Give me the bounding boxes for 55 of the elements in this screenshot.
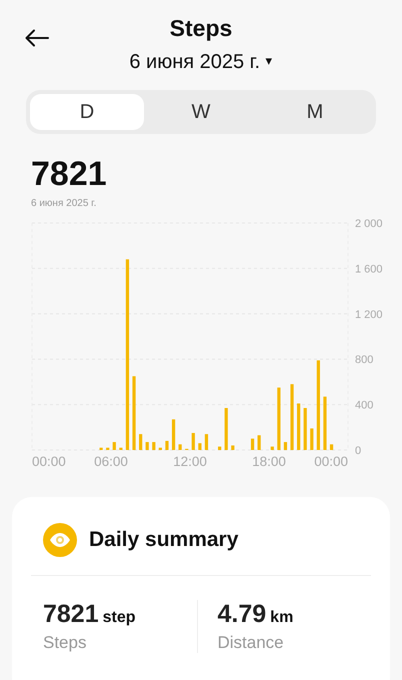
- chart-bar: [250, 438, 254, 450]
- chart-bar: [158, 448, 162, 450]
- back-icon[interactable]: [25, 29, 49, 47]
- card-title: Daily summary: [89, 528, 238, 552]
- chart-bar: [304, 408, 307, 450]
- chart-bar: [112, 442, 116, 450]
- chart-bar: [178, 444, 182, 450]
- chart-bar: [284, 442, 288, 450]
- stat-label: Distance: [218, 633, 285, 653]
- y-axis-label: 1 200: [355, 308, 383, 321]
- period-tab[interactable]: D: [30, 94, 144, 130]
- chart-bar: [198, 443, 202, 450]
- total-date: 6 июня 2025 г.: [31, 198, 98, 209]
- stat-unit: step: [102, 609, 136, 627]
- stat-unit: km: [270, 609, 294, 627]
- x-axis-label: 18:00: [252, 454, 286, 469]
- chart-bar: [172, 419, 176, 450]
- chart-bar: [146, 442, 149, 450]
- eye-icon: [43, 523, 77, 557]
- chart-bar: [204, 434, 208, 450]
- stat-label: Steps: [43, 633, 88, 653]
- chart-bar: [231, 445, 234, 450]
- chart-bar: [192, 432, 195, 450]
- chart-bar: [258, 435, 261, 450]
- page-title: Steps: [170, 14, 232, 42]
- x-axis-label: 12:00: [173, 454, 207, 469]
- date-picker[interactable]: 6 июня 2025 г. $^{▾}$: [129, 49, 273, 74]
- y-axis-label: 1 600: [355, 263, 383, 276]
- stat-value: 7821: [43, 600, 99, 629]
- chart-bar: [139, 434, 142, 450]
- chart-bar: [270, 446, 274, 450]
- chart-bar: [297, 403, 300, 450]
- chart-bar: [106, 448, 110, 450]
- y-axis-label: 400: [355, 400, 374, 412]
- chart-bar: [152, 442, 156, 450]
- y-axis-label: 2 000: [355, 218, 383, 230]
- chart-bar: [119, 448, 122, 450]
- period-tab[interactable]: W: [144, 94, 258, 130]
- x-axis-label: 06:00: [94, 454, 128, 469]
- step-total: 7821: [31, 156, 108, 192]
- chart-bar: [277, 388, 280, 450]
- stat-value: 4.79: [218, 600, 266, 629]
- x-axis-label: 00:00: [314, 454, 348, 469]
- y-axis-label: 0: [355, 445, 362, 457]
- chart-bar: [100, 448, 103, 450]
- chart-bar: [330, 444, 334, 450]
- chart-bar: [165, 440, 169, 450]
- period-tab[interactable]: M: [258, 94, 372, 130]
- chart-bar: [224, 408, 228, 450]
- chart-bar: [290, 384, 294, 450]
- chart-bar: [323, 396, 327, 450]
- chart-bar: [218, 446, 222, 450]
- x-axis-label: 00:00: [32, 454, 66, 469]
- y-axis-label: 800: [355, 354, 374, 366]
- chart-bar: [310, 428, 314, 450]
